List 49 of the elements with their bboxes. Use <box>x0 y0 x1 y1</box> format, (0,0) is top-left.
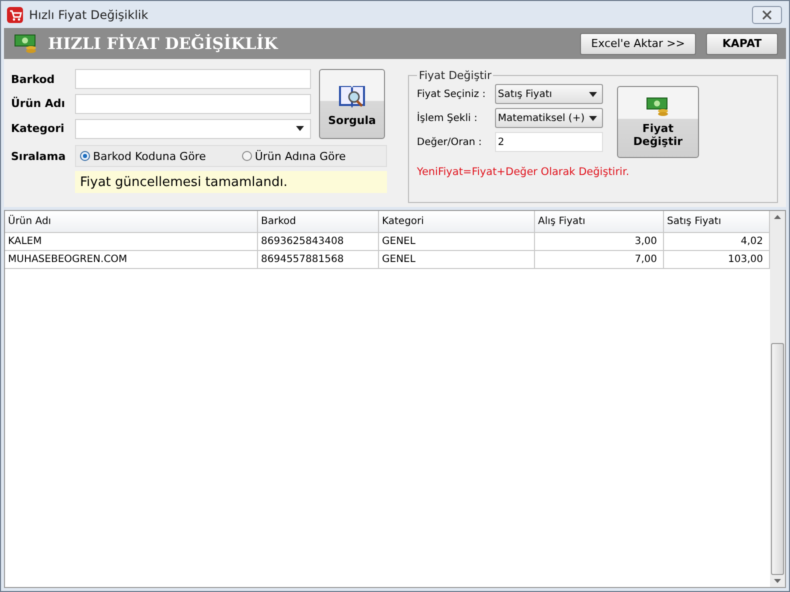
field-label: Barkod <box>11 72 56 86</box>
dropdown-field[interactable] <box>75 118 311 139</box>
column-header[interactable]: Satış Fiyatı <box>664 211 770 233</box>
dropdown-field[interactable]: Satış Fiyatı <box>494 84 603 104</box>
change-price-button[interactable]: Fiyat Değiştir <box>616 86 699 158</box>
table-cell: 8693625843408 <box>258 233 379 251</box>
header-title: HIZLI FİYAT DEĞİŞİKLİK <box>48 34 278 53</box>
close-form-button[interactable]: KAPAT <box>706 32 778 54</box>
dropdown-field[interactable]: Matematiksel (+) <box>494 108 603 128</box>
dropdown-arrow-icon <box>588 116 597 120</box>
group-title: Fiyat Değiştir <box>418 69 492 82</box>
table-cell: 3,00 <box>535 233 664 251</box>
field-label: Ürün Adı <box>11 97 66 110</box>
scroll-down-icon <box>774 579 781 583</box>
table-cell: 8694557881568 <box>258 251 379 269</box>
window-title: Hızlı Fiyat Değişiklik <box>29 8 148 22</box>
scroll-thumb[interactable] <box>771 343 784 575</box>
close-button[interactable] <box>752 6 782 24</box>
sorting-label: Sıralama <box>11 150 67 162</box>
table-cell: MUHASEBEOGREN.COM <box>5 251 258 269</box>
scrollbar[interactable] <box>770 211 785 587</box>
dropdown-arrow-icon <box>588 92 597 96</box>
dropdown-arrow-icon <box>296 126 304 132</box>
field-label: İşlem Şekli : <box>416 112 478 124</box>
table-cell: KALEM <box>5 233 258 251</box>
radio-option[interactable]: Ürün Adına Göre <box>242 150 346 162</box>
cart-icon <box>7 6 23 22</box>
table-cell: GENEL <box>379 251 535 269</box>
money-icon <box>646 96 670 118</box>
money-icon <box>14 32 38 54</box>
input-field[interactable] <box>75 69 311 90</box>
formula-note: YeniFiyat=Fiyat+Değer Olarak Değiştirir. <box>416 166 630 178</box>
column-header[interactable]: Alış Fiyatı <box>535 211 664 233</box>
column-header[interactable]: Kategori <box>379 211 535 233</box>
field-label: Fiyat Seçiniz : <box>416 88 487 100</box>
column-header[interactable]: Ürün Adı <box>5 211 258 233</box>
input-field[interactable] <box>75 94 311 114</box>
field-label: Değer/Oran : <box>416 136 483 148</box>
input-field[interactable]: 2 <box>494 132 603 152</box>
query-button[interactable]: Sorgula <box>319 69 385 139</box>
export-button[interactable]: Excel'e Aktar >> <box>580 32 696 54</box>
close-icon <box>762 10 772 20</box>
radio-option[interactable]: Barkod Koduna Göre <box>80 150 206 162</box>
column-header[interactable]: Barkod <box>258 211 379 233</box>
field-label: Kategori <box>11 122 66 136</box>
scroll-up-icon <box>774 215 781 219</box>
table-cell: GENEL <box>379 233 535 251</box>
table-cell: 7,00 <box>535 251 664 269</box>
status-message: Fiyat güncellemesi tamamlandı. <box>75 171 387 193</box>
